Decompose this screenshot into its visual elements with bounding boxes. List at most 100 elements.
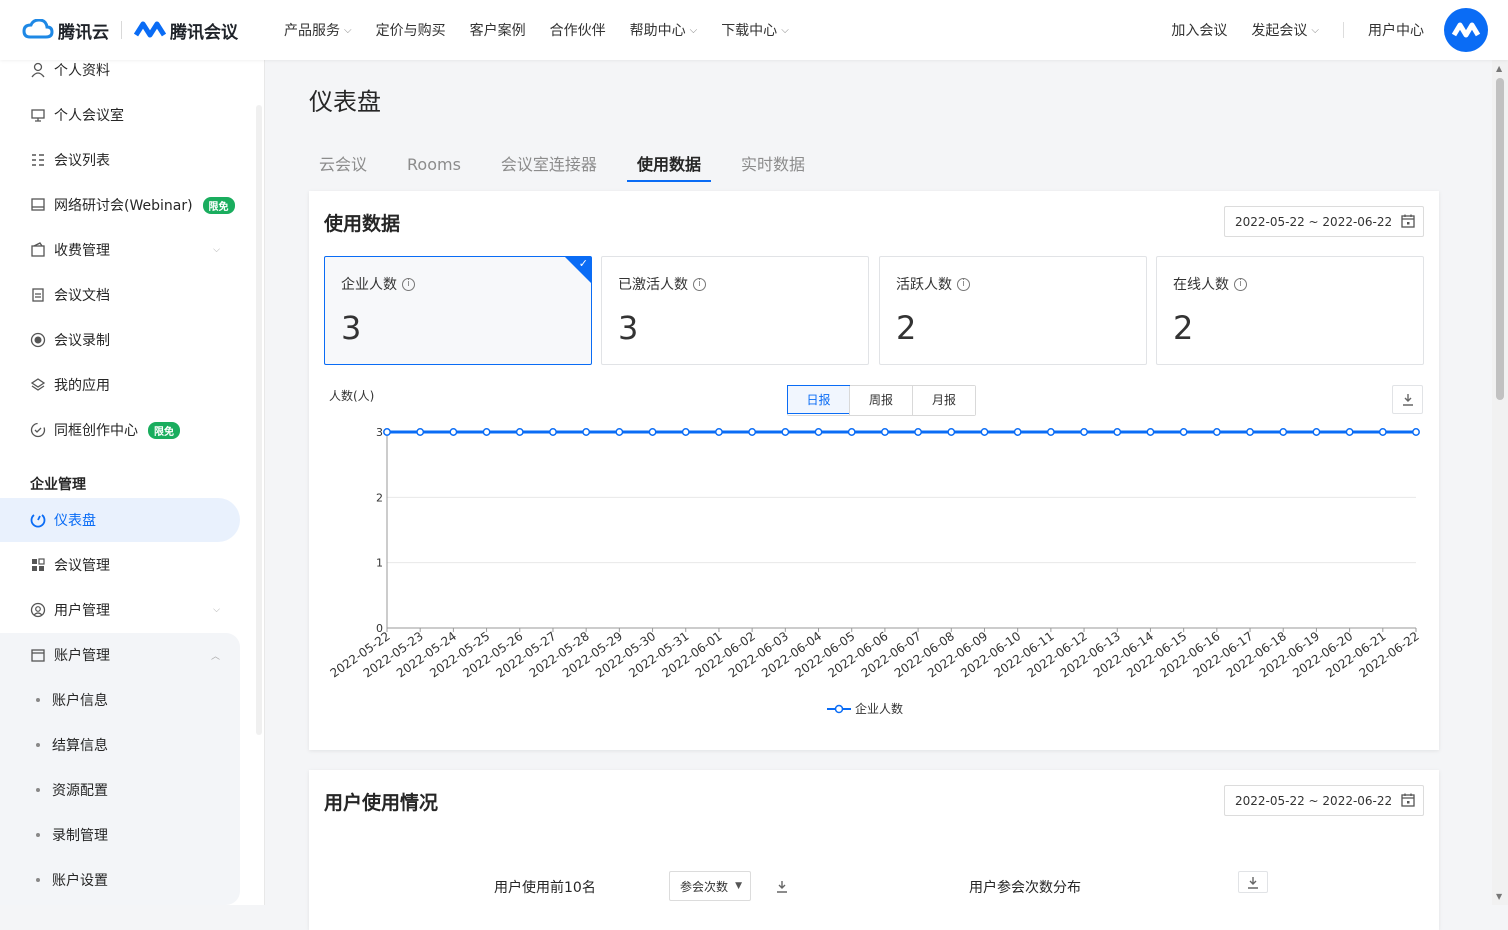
data-point (847, 428, 856, 436)
distribution-label: 用户参会次数分布 (969, 880, 1081, 896)
user-center-link[interactable]: 用户中心 (1368, 20, 1424, 40)
data-point (1246, 428, 1254, 436)
data-point (947, 428, 956, 436)
brand[interactable]: 腾讯云 腾讯会议 (22, 14, 238, 46)
calendar-icon (1401, 793, 1415, 810)
data-point (748, 428, 757, 436)
stat-label-text: 在线人数 (1173, 277, 1229, 293)
sidebar-item-user-management[interactable]: 用户管理 ⌵ (0, 588, 240, 632)
stat-value: 3 (618, 309, 639, 347)
nav-pricing-label: 定价与购买 (375, 23, 446, 39)
submenu-label: 账户设置 (52, 873, 108, 889)
scrollbar-thumb[interactable] (1496, 78, 1504, 400)
avatar[interactable] (1444, 8, 1488, 52)
stat-card-online-users[interactable]: 在线人数 i 2 (1156, 256, 1424, 365)
sidebar-item-meeting-management[interactable]: 会议管理 (0, 543, 240, 587)
sidebar-item-docs[interactable]: 会议文档 (0, 273, 240, 317)
chevron-up-icon: ︿ (210, 651, 220, 662)
join-meeting-label: 加入会议 (1171, 23, 1228, 39)
submenu-item-settlement[interactable]: 结算信息 (0, 725, 240, 765)
data-point (449, 428, 458, 436)
user-usage-card: 用户使用情况 2022-05-22 ~ 2022-06-22 用户使用前10名 … (309, 770, 1439, 930)
sidebar-item-personal-room[interactable]: 个人会议室 (0, 93, 240, 137)
user-usage-title: 用户使用情况 (324, 792, 439, 814)
nav-products[interactable]: 产品服务 ⌵ (284, 20, 352, 40)
submenu-label: 资源配置 (52, 783, 108, 799)
user-icon (30, 62, 46, 78)
sidebar-item-recording[interactable]: 会议录制 (0, 318, 240, 362)
y-tick-label: 3 (376, 426, 383, 439)
tab-realtime-data[interactable]: 实时数据 (731, 148, 815, 182)
nav-cases[interactable]: 客户案例 (470, 20, 526, 40)
nav-download[interactable]: 下载中心 ⌵ (721, 20, 789, 40)
bullet-dot (36, 788, 40, 792)
webinar-icon (30, 197, 46, 213)
tencent-cloud-logo-icon (22, 19, 54, 39)
tab-rooms[interactable]: Rooms (397, 148, 471, 182)
metric-select[interactable]: 参会次数 ▼ (669, 871, 751, 901)
nav-products-label: 产品服务 (284, 23, 340, 39)
submenu-label: 录制管理 (52, 828, 108, 844)
sidebar-item-profile[interactable]: 个人资料 (0, 60, 240, 92)
sidebar-item-account-management[interactable]: 账户管理 ︿ (0, 633, 240, 677)
enterprise-group-title: 企业管理 (30, 477, 86, 493)
data-point (648, 428, 657, 436)
calendar-icon (1401, 214, 1415, 231)
legend-label: 企业人数 (855, 701, 903, 716)
sidebar-item-apps[interactable]: 我的应用 (0, 363, 240, 407)
tab-room-connector[interactable]: 会议室连接器 (491, 148, 607, 182)
chevron-down-icon: ⌵ (1311, 24, 1319, 36)
start-meeting-link[interactable]: 发起会议 ⌵ (1251, 20, 1319, 40)
sidebar-item-webinar[interactable]: 网络研讨会(Webinar) 限免 (0, 183, 240, 227)
bullet-dot (36, 743, 40, 747)
sidebar-scrollbar[interactable] (256, 105, 262, 735)
stat-card-activated-users[interactable]: 已激活人数 i 3 (601, 256, 869, 365)
page-scrollbar[interactable]: ▲ ▼ (1492, 60, 1508, 905)
submenu-item-account-settings[interactable]: 账户设置 (0, 860, 240, 900)
tab-cloud-meeting[interactable]: 云会议 (309, 148, 377, 182)
y-tick-label: 1 (376, 557, 383, 570)
data-point (681, 428, 690, 436)
submenu-item-recording-management[interactable]: 录制管理 (0, 815, 240, 855)
record-icon (30, 332, 46, 348)
sidebar-item-dashboard[interactable]: 仪表盘 (0, 498, 240, 542)
nav-partners[interactable]: 合作伙伴 (550, 20, 606, 40)
caret-down-icon: ▼ (735, 881, 742, 891)
scroll-down-arrow-icon[interactable]: ▼ (1496, 892, 1502, 901)
nav-help[interactable]: 帮助中心 ⌵ (630, 20, 698, 40)
sidebar-item-meeting-list[interactable]: 会议列表 (0, 138, 240, 182)
usage-date-range-picker[interactable]: 2022-05-22 ~ 2022-06-22 (1224, 206, 1424, 237)
join-meeting-link[interactable]: 加入会议 (1171, 20, 1227, 40)
submenu-item-account-info[interactable]: 账户信息 (0, 680, 240, 720)
info-icon[interactable]: i (1234, 277, 1247, 291)
grid-icon (30, 557, 46, 573)
scroll-up-arrow-icon[interactable]: ▲ (1496, 64, 1502, 73)
nav-pricing[interactable]: 定价与购买 (376, 20, 446, 40)
stat-card-enterprise-users[interactable]: 企业人数 i 3 ✓ (324, 256, 592, 365)
stat-card-active-users[interactable]: 活跃人数 i 2 (879, 256, 1147, 365)
tab-usage-data[interactable]: 使用数据 (626, 148, 711, 182)
sidebar-item-create-center[interactable]: 同框创作中心 限免 (0, 408, 240, 452)
info-icon[interactable]: i (957, 277, 970, 291)
data-point (515, 428, 524, 436)
nav-right: 加入会议 发起会议 ⌵ 用户中心 (1171, 0, 1424, 60)
date-range-text: 2022-05-22 ~ 2022-06-22 (1235, 793, 1393, 808)
nav-links: 产品服务 ⌵ 定价与购买 客户案例 合作伙伴 帮助中心 ⌵ 下载中心 ⌵ (284, 0, 789, 60)
info-icon[interactable]: i (693, 277, 706, 291)
tencent-meeting-logo-icon (134, 21, 166, 38)
sidebar-item-label: 仪表盘 (54, 513, 96, 529)
info-icon[interactable]: i (402, 277, 415, 291)
stat-label: 企业人数 i (341, 274, 415, 294)
distribution-download-button[interactable] (1238, 871, 1268, 893)
submenu-item-resources[interactable]: 资源配置 (0, 770, 240, 810)
top10-download-button[interactable] (776, 878, 788, 897)
data-point (1279, 428, 1288, 436)
top-navigation: 腾讯云 腾讯会议 产品服务 ⌵ 定价与购买 客户案例 合作伙伴 帮助中心 ⌵ 下载中… (0, 0, 1508, 60)
submenu-label: 账户信息 (52, 693, 108, 709)
nav-help-label: 帮助中心 (629, 23, 686, 39)
user-usage-date-range-picker[interactable]: 2022-05-22 ~ 2022-06-22 (1224, 785, 1424, 816)
y-tick-label: 2 (376, 491, 383, 504)
brand-tencent-meeting: 腾讯会议 (170, 22, 238, 43)
metric-select-value: 参会次数 (680, 879, 729, 894)
sidebar-item-billing[interactable]: 收费管理 ⌵ (0, 228, 240, 272)
